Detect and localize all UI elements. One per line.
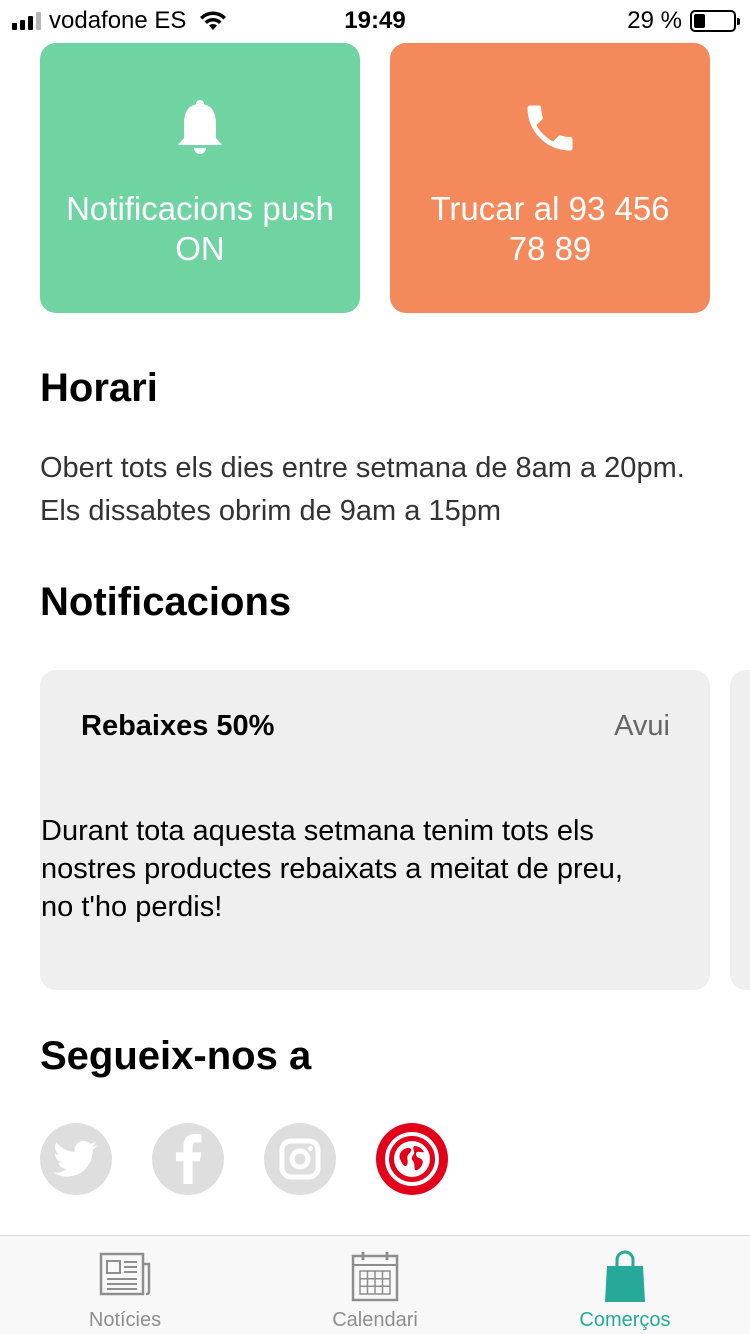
tab-bar: Notícies Calendari Comerços (0, 1235, 750, 1334)
status-right: 29 % (627, 7, 740, 35)
notifications-title: Notificacions (40, 580, 292, 624)
store-detail-screen: vodafone ES 19:49 29 % Notificacions pus… (0, 0, 750, 1334)
tab-shops-label: Comerços (579, 1309, 671, 1331)
call-button[interactable]: Trucar al 93 456 78 89 (390, 43, 710, 313)
bell-icon (40, 98, 360, 158)
notification-date: Avui (614, 710, 670, 742)
next-notification-card[interactable] (730, 670, 750, 990)
shopping-bag-icon (500, 1250, 750, 1302)
phone-icon (390, 98, 710, 158)
calendar-icon (250, 1250, 500, 1302)
tab-news[interactable]: Notícies (0, 1236, 250, 1334)
battery-fill (694, 14, 705, 28)
facebook-icon[interactable] (152, 1123, 224, 1195)
push-notifications-label: Notificacions push ON (66, 190, 334, 267)
push-notifications-button[interactable]: Notificacions push ON (40, 43, 360, 313)
twitter-icon[interactable] (40, 1123, 112, 1195)
status-bar: vodafone ES 19:49 29 % (0, 0, 750, 40)
instagram-icon[interactable] (264, 1123, 336, 1195)
notification-body: Durant tota aquesta setmana tenim tots e… (41, 815, 623, 923)
notification-title: Rebaixes 50% (81, 710, 275, 742)
web-globe-icon[interactable] (376, 1123, 448, 1195)
follow-title: Segueix-nos a (40, 1034, 312, 1078)
social-links (40, 1123, 448, 1195)
tab-calendar-label: Calendari (332, 1309, 418, 1331)
battery-icon (690, 10, 740, 32)
call-label: Trucar al 93 456 78 89 (430, 190, 670, 267)
tab-news-label: Notícies (88, 1309, 162, 1331)
tab-shops[interactable]: Comerços (500, 1236, 750, 1334)
schedule-title: Horari (40, 366, 158, 410)
battery-percent: 29 % (627, 7, 682, 34)
newspaper-icon (0, 1250, 250, 1302)
schedule-text: Obert tots els dies entre setmana de 8am… (40, 452, 685, 527)
tab-calendar[interactable]: Calendari (250, 1236, 500, 1334)
